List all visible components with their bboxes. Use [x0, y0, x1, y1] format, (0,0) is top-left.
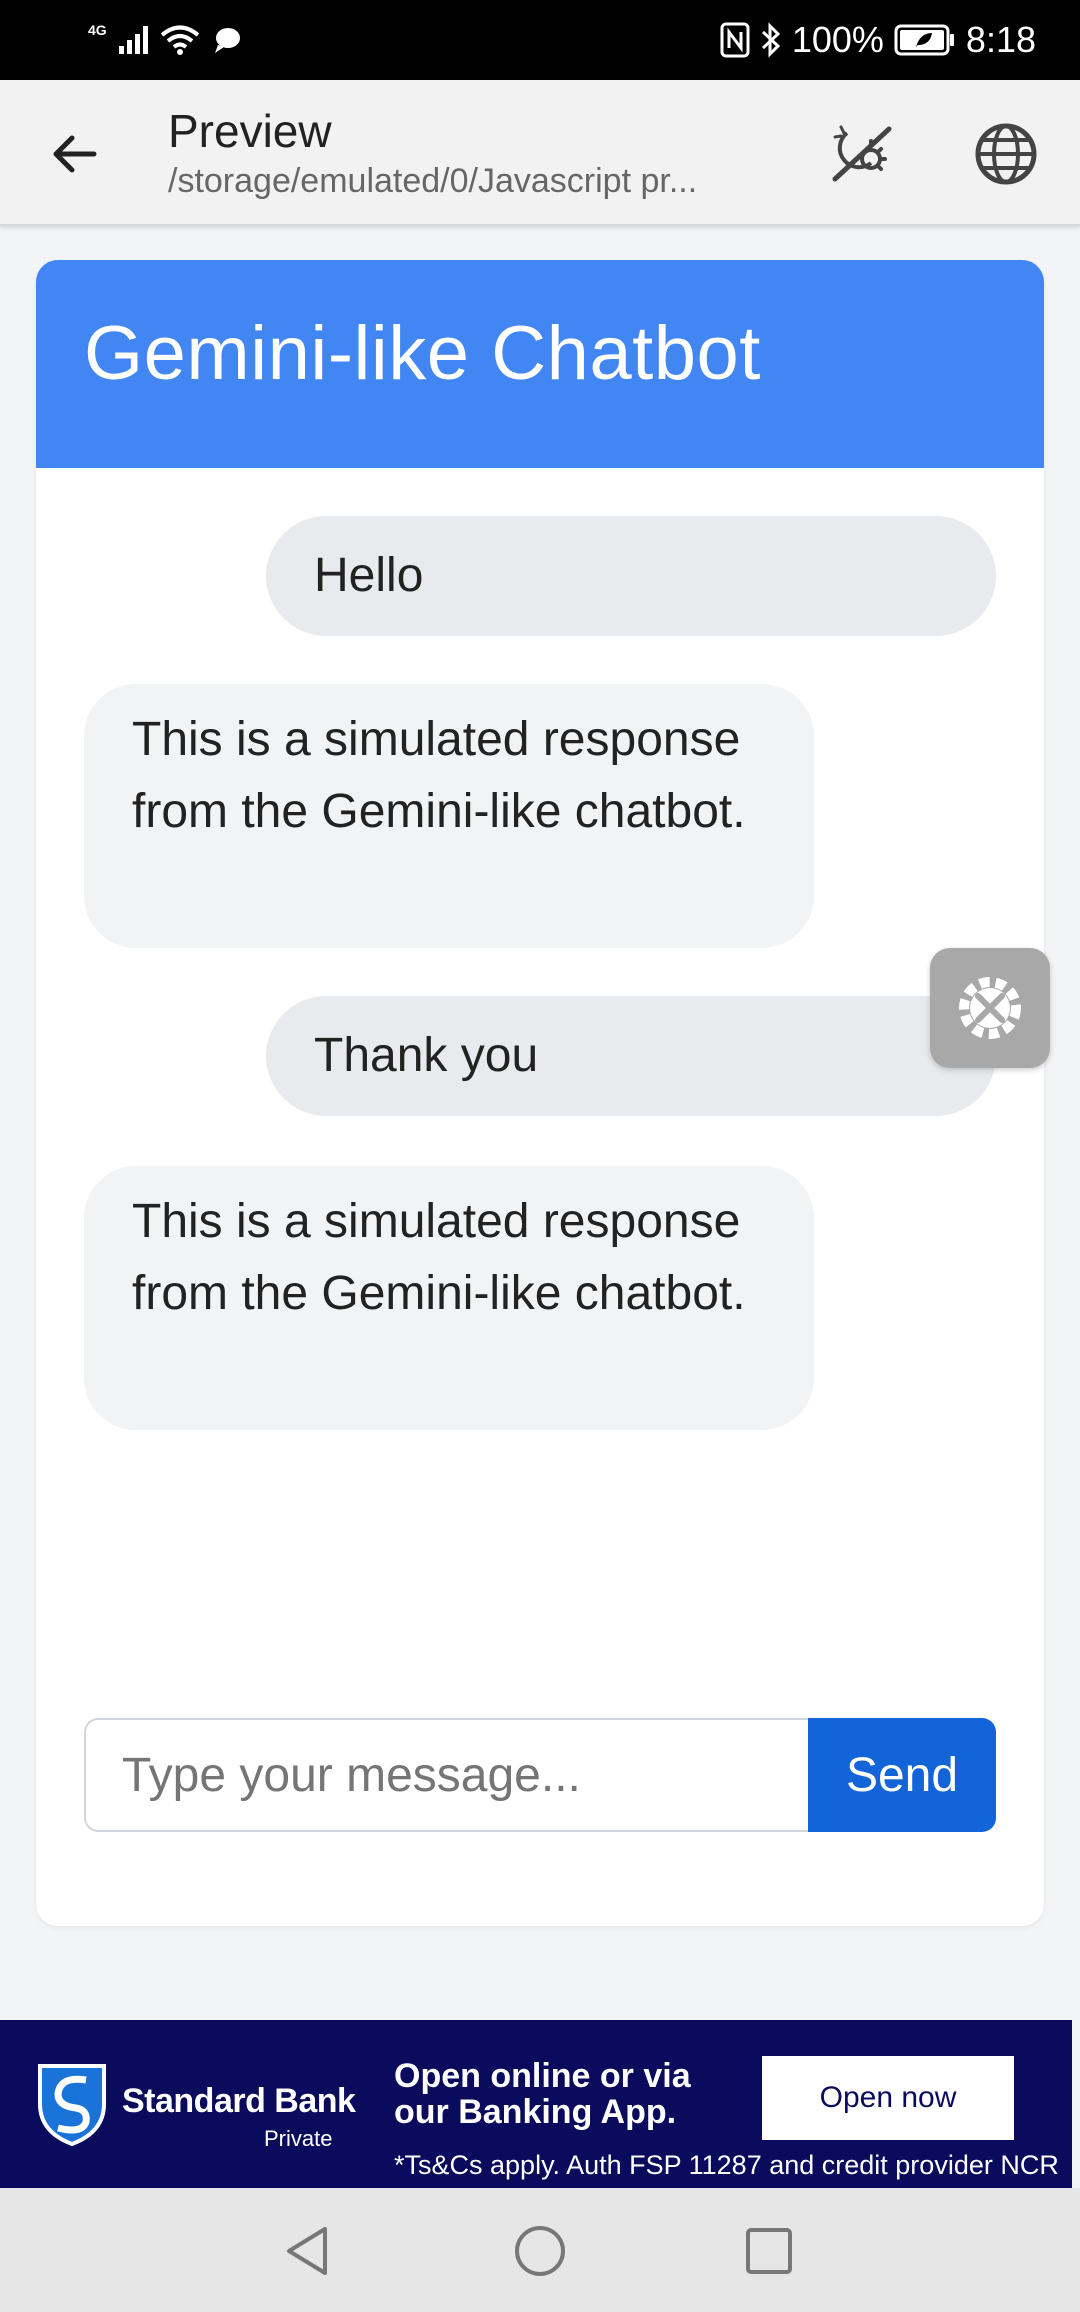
clock: 8:18: [965, 19, 1036, 60]
chat-container: Gemini-like Chatbot Hello This is a simu…: [36, 260, 1044, 1926]
ad-headline-line: our Banking App.: [394, 2093, 677, 2131]
bot-message: This is a simulated response from the Ge…: [84, 1166, 814, 1430]
ad-fine-print: *Ts&Cs apply. Auth FSP 11287 and credit …: [394, 2150, 1059, 2180]
circle-home-icon: [515, 2226, 565, 2276]
send-button[interactable]: Send: [808, 1718, 996, 1832]
nav-recents-button[interactable]: [734, 2216, 804, 2286]
triangle-back-icon: [287, 2227, 327, 2275]
chat-header: Gemini-like Chatbot: [36, 260, 1044, 468]
ad-brand: Standard Bank: [122, 2082, 356, 2120]
wifi-icon: [160, 25, 199, 55]
settings-tools-icon: [959, 977, 1021, 1039]
battery-icon: [894, 24, 954, 56]
page-title: Preview: [168, 105, 332, 157]
user-message: Thank you: [266, 996, 996, 1116]
message-composer: Send: [84, 1718, 996, 1832]
nav-back-button[interactable]: [272, 2216, 342, 2286]
ad-brand-sub: Private: [264, 2126, 333, 2151]
user-message: Hello: [266, 516, 996, 636]
standard-bank-logo-icon: [38, 2064, 106, 2146]
file-path: /storage/emulated/0/Javascript pr...: [168, 162, 698, 200]
nav-home-button[interactable]: [505, 2216, 575, 2286]
browser-button[interactable]: [966, 114, 1046, 194]
system-nav-bar: [0, 2188, 1080, 2312]
network-type: 4G: [88, 22, 107, 38]
ad-headline: Open online or via our Banking App.: [394, 2058, 691, 2130]
dark-mode-off-icon: [832, 125, 892, 182]
globe-icon: [975, 123, 1037, 185]
back-arrow-icon: [53, 135, 97, 173]
chat-title: Gemini-like Chatbot: [84, 311, 761, 396]
status-right: 100% 8:18: [720, 14, 1036, 66]
battery-percent: 100%: [791, 19, 884, 60]
square-recents-icon: [746, 2228, 792, 2274]
theme-toggle-button[interactable]: [822, 114, 902, 194]
nfc-icon: [720, 22, 750, 58]
bot-message: This is a simulated response from the Ge…: [84, 684, 814, 948]
ad-banner[interactable]: Standard Bank Private Open online or via…: [0, 2020, 1072, 2188]
status-bar: 4G 100% 8:18: [0, 0, 1080, 80]
message-input[interactable]: [84, 1718, 808, 1832]
ad-headline-line: Open online or via: [394, 2057, 691, 2095]
status-left: 4G: [88, 18, 242, 62]
floating-tools-button[interactable]: [930, 948, 1050, 1068]
signal-icon: [118, 26, 148, 54]
back-button[interactable]: [40, 118, 112, 190]
app-bar: Preview /storage/emulated/0/Javascript p…: [0, 80, 1080, 226]
bluetooth-icon: [761, 22, 781, 58]
chat-notification-icon: [214, 28, 240, 53]
ad-cta-button[interactable]: Open now: [762, 2056, 1014, 2140]
